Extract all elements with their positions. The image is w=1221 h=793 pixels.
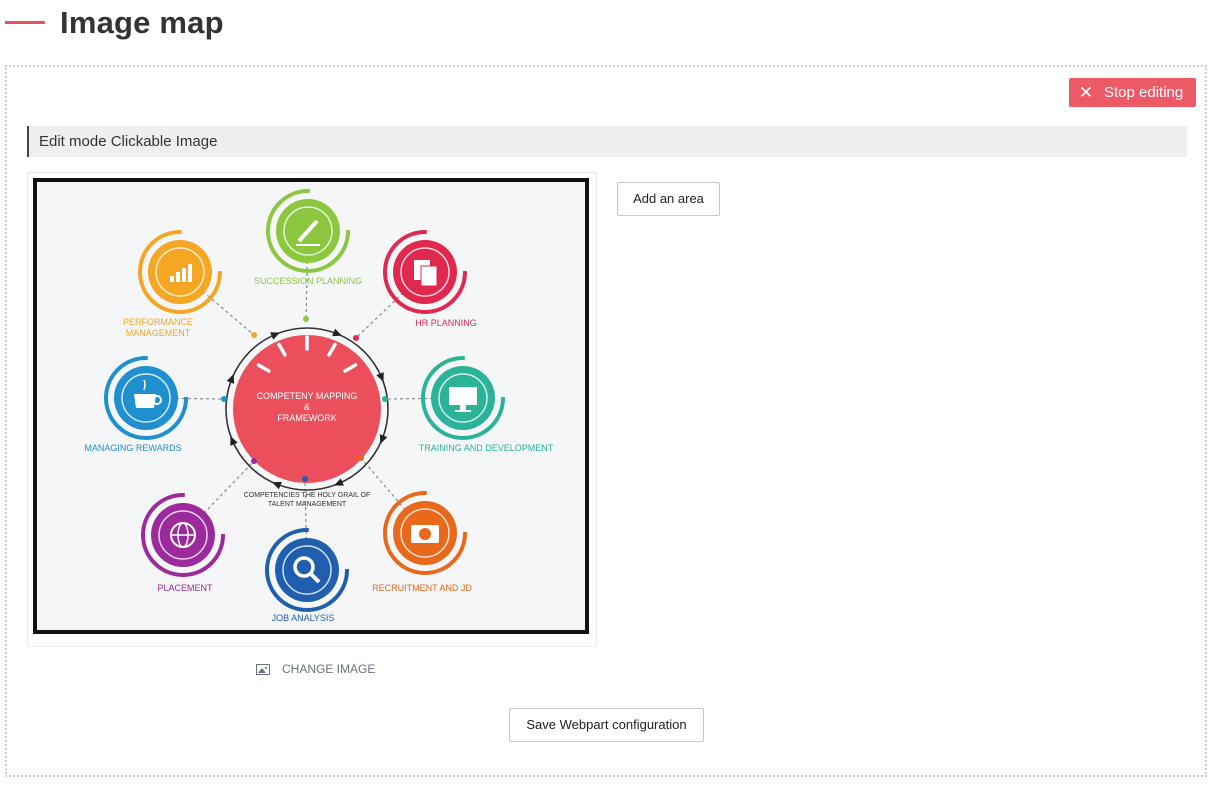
image-icon (256, 663, 270, 675)
rewards-label: MANAGING REWARDS (84, 443, 181, 453)
clickable-image[interactable]: COMPETENY MAPPING & FRAMEWORK COMPETENCIES … (27, 172, 597, 647)
performance-label: PERFORMANCE (123, 317, 193, 327)
close-icon: ✕ (1078, 83, 1094, 102)
placement-dot (251, 458, 257, 464)
camera-icon (411, 525, 439, 543)
stop-editing-label: Stop editing (1104, 84, 1184, 101)
succession-dot (303, 316, 309, 322)
hr-dot (353, 335, 359, 341)
caption-line: TALENT MANAGEMENT (268, 501, 347, 508)
competency-diagram: COMPETENY MAPPING&FRAMEWORK COMPETENCIES … (33, 178, 589, 634)
rewards-dot (221, 396, 227, 402)
recruitment-dot (358, 455, 364, 461)
performance-label: MANAGEMENT (126, 328, 191, 338)
save-webpart-button[interactable]: Save Webpart configuration (509, 708, 704, 742)
job-label: JOB ANALYSIS (272, 613, 335, 623)
hr-label: HR PLANNING (415, 318, 477, 328)
title-accent-line (5, 21, 45, 24)
center-title-line: COMPETENY MAPPING (257, 391, 358, 401)
training-label: TRAINING AND DEVELOPMENT (419, 443, 554, 453)
placement-label: PLACEMENT (157, 583, 213, 593)
center-title-line: & (304, 402, 310, 412)
recruitment-label: RECRUITMENT AND JD (372, 583, 472, 593)
stop-editing-button[interactable]: ✕ Stop editing (1069, 78, 1196, 107)
job-dot (302, 476, 308, 482)
training-dot (382, 396, 388, 402)
performance-dot (251, 332, 257, 338)
change-image-link[interactable]: CHANGE IMAGE (256, 662, 375, 676)
succession-label: SUCCESSION PLANNING (254, 276, 362, 286)
caption-line: COMPETENCIES THE HOLY GRAIL OF (244, 492, 371, 499)
add-area-button[interactable]: Add an area (617, 182, 720, 216)
job-circle (275, 538, 339, 602)
center-title-line: FRAMEWORK (277, 413, 337, 423)
page-title: Image map (60, 5, 224, 40)
change-image-label: CHANGE IMAGE (282, 662, 376, 676)
edit-mode-header: Edit mode Clickable Image (27, 126, 1187, 157)
